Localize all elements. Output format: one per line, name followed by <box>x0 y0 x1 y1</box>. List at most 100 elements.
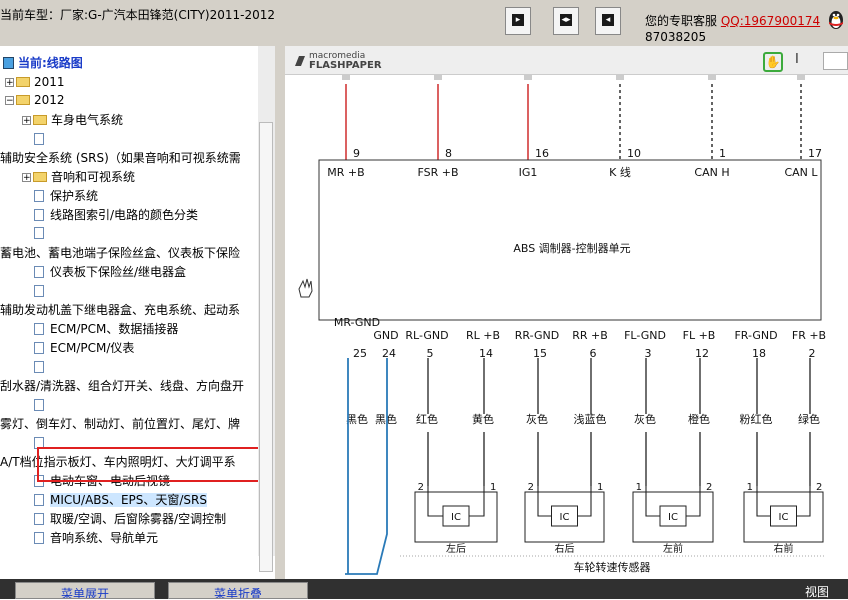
tree-node-label: 蓄电池、蓄电池端子保险丝盒、仪表板下保险 <box>0 246 241 260</box>
hand-cursor-icon <box>298 278 313 298</box>
document-icon <box>34 512 44 525</box>
top-pin-label: IG1 <box>519 166 538 179</box>
document-icon <box>34 189 44 202</box>
tree-node[interactable]: MICU/ABS、EPS、天窗/SRS <box>34 491 207 510</box>
tree-node[interactable] <box>34 224 50 243</box>
tree-node-label: 音响和可视系统 <box>51 170 136 184</box>
sensor-lead <box>686 486 701 517</box>
sensor-name: 左后 <box>446 542 466 555</box>
tree-node-label: ECM/PCM、数据插接器 <box>50 322 179 336</box>
tree-node[interactable]: 线路图索引/电路的颜色分类 <box>34 206 198 225</box>
document-icon <box>34 341 44 354</box>
sensor-pin: 1 <box>597 482 603 493</box>
tree-node[interactable]: + 音响和可视系统 <box>22 168 135 187</box>
qq-penguin-icon[interactable] <box>826 8 846 30</box>
wire-color-label: 黑色 <box>346 412 368 426</box>
top-pin-label: K 线 <box>609 165 631 179</box>
tree-node[interactable]: 刮水器/清洗器、组合灯开关、线盘、方向盘开 <box>0 377 244 396</box>
expand-icon[interactable]: + <box>22 173 31 183</box>
text-select-button[interactable]: I <box>795 52 799 67</box>
tree-current-node[interactable]: 当前:线路图 <box>3 54 83 73</box>
viewer-toolbar: macromedia FLASHPAPER ✋ I <box>285 46 848 75</box>
selected-item-highlight <box>37 447 270 482</box>
nav-last-button[interactable]: ◂ <box>595 7 621 35</box>
connector-stub <box>616 74 624 80</box>
collapse-icon[interactable]: − <box>5 96 14 106</box>
qq-link[interactable]: QQ:1967900174 <box>721 14 820 28</box>
top-pin-number: 1 <box>719 147 726 160</box>
wire-color-label: 黑色 <box>375 412 397 426</box>
wire-color-label: 灰色 <box>526 412 548 426</box>
sidebar-scrollbar[interactable] <box>258 46 275 572</box>
hand-tool-button[interactable]: ✋ <box>763 52 783 72</box>
expand-icon[interactable]: + <box>22 116 31 126</box>
tree-node[interactable]: 辅助发动机盖下继电器盒、充电系统、起动系 <box>0 301 240 320</box>
sensor-name: 右前 <box>774 542 794 555</box>
tree-node-label: ECM/PCM/仪表 <box>50 341 135 355</box>
ic-label: IC <box>668 512 678 523</box>
wire-color-label: 浅蓝色 <box>574 412 607 426</box>
tree-node-label: 2012 <box>34 93 65 107</box>
bottom-pin-number: 15 <box>533 347 547 360</box>
tree-node[interactable]: + 车身电气系统 <box>22 111 123 130</box>
pane-splitter[interactable] <box>275 46 285 579</box>
bottom-pin-number: 14 <box>479 347 493 360</box>
sensor-name: 左前 <box>663 542 683 555</box>
page-field[interactable] <box>823 52 848 70</box>
support-phone: 87038205 <box>645 30 707 44</box>
document-icon <box>34 322 44 335</box>
tree-node[interactable]: 辅助安全系统 (SRS)（如果音响和可视系统需 <box>0 149 241 168</box>
top-pin-number: 8 <box>445 147 452 160</box>
sensor-pin: 2 <box>816 482 822 493</box>
tree-node[interactable]: − 2012 <box>5 91 65 110</box>
tree-node[interactable]: ECM/PCM、数据插接器 <box>34 320 178 339</box>
abs-module-box <box>318 159 822 321</box>
document-icon <box>34 132 44 145</box>
nav-split-button[interactable]: ◂▸ <box>553 7 579 35</box>
wire-color-label: 黄色 <box>472 412 494 426</box>
tree-node[interactable] <box>34 396 50 415</box>
tree-node[interactable]: 雾灯、倒车灯、制动灯、前位置灯、尾灯、牌 <box>0 415 240 434</box>
tree-node[interactable] <box>34 358 50 377</box>
bottom-pin-label: RR-GND <box>515 329 559 342</box>
tree-node[interactable]: 蓄电池、蓄电池端子保险丝盒、仪表板下保险 <box>0 244 240 263</box>
tree-node[interactable]: 音响系统、导航单元 <box>34 529 158 548</box>
tree-node[interactable] <box>34 130 50 149</box>
tree-node-label: 音响系统、导航单元 <box>50 531 159 545</box>
scrollbar-thumb[interactable] <box>259 122 273 572</box>
tree-node-label: 2011 <box>34 75 65 89</box>
collapse-menu-button[interactable]: 菜单折叠 <box>168 582 308 599</box>
nav-first-button[interactable]: ▸ <box>505 7 531 35</box>
hand-icon: ✋ <box>765 55 781 69</box>
tree-node-label: 刮水器/清洗器、组合灯开关、线盘、方向盘开 <box>0 379 245 393</box>
expand-icon[interactable]: + <box>5 78 14 88</box>
first-page-icon: ▸ <box>512 14 524 26</box>
document-icon <box>34 284 44 297</box>
connector-stub <box>797 74 805 80</box>
sensor-pin: 1 <box>636 482 642 493</box>
connector-stub <box>342 74 350 80</box>
bottom-pin-label: RR +B <box>572 329 608 342</box>
sensor-lead <box>796 486 811 517</box>
expand-menu-button[interactable]: 菜单展开 <box>15 582 155 599</box>
tree-node[interactable]: ECM/PCM/仪表 <box>34 339 134 358</box>
database-icon <box>3 56 14 69</box>
bottom-pin-label: FL-GND <box>624 329 666 342</box>
tree-node[interactable]: +2011 <box>5 73 65 92</box>
wire-color-label: 粉红色 <box>740 412 773 426</box>
document-icon <box>34 398 44 411</box>
ibeam-icon: I <box>795 52 799 67</box>
connector-stub <box>708 74 716 80</box>
tree-node[interactable]: 仪表板下保险丝/继电器盒 <box>34 263 186 282</box>
document-icon <box>34 226 44 239</box>
sensor-pin: 2 <box>706 482 712 493</box>
tree-node[interactable] <box>34 282 50 301</box>
title-bar: 当前车型：厂家:G-广汽本田锋范(CITY)2011-2012 ▸ ◂▸ ◂ 您… <box>0 0 848 46</box>
tree-node[interactable]: 取暖/空调、后窗除雾器/空调控制 <box>34 510 226 529</box>
wiring-diagram[interactable]: 9 MR +B 8 FSR +B 16 IG1 10 K 线 1 CAN H 17 CAN L ABS … <box>285 74 848 579</box>
tree-node[interactable]: 保护系统 <box>34 187 98 206</box>
bottom-pin-number: 18 <box>752 347 766 360</box>
connector-stub <box>524 74 532 80</box>
support-text: 您的专职客服 QQ:1967900174 <box>645 12 820 29</box>
folder-icon <box>16 94 30 105</box>
